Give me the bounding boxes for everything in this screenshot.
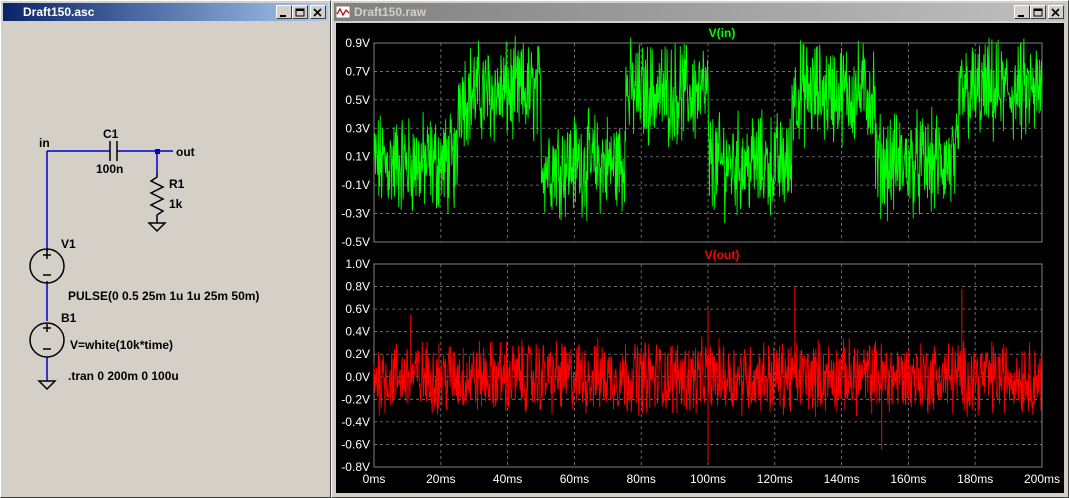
y-tick-label: 1.0V bbox=[345, 257, 370, 271]
b1-value: V=white(10k*time) bbox=[70, 338, 174, 352]
c1-name: C1 bbox=[103, 127, 119, 141]
y-tick-label: 0.3V bbox=[345, 121, 370, 135]
x-tick-label: 60ms bbox=[560, 472, 589, 486]
y-tick-label: -0.4V bbox=[341, 415, 370, 429]
maximize-button[interactable] bbox=[292, 5, 308, 19]
junction-dot bbox=[155, 149, 160, 154]
maximize-button[interactable] bbox=[1030, 5, 1046, 19]
net-label-out: out bbox=[176, 145, 195, 159]
waveform-plots[interactable]: 0.9V 0.7V 0.5V 0.3V 0.1V -0.1V -0.3V -0.5V V(in)… bbox=[336, 23, 1066, 495]
y-tick-label: 0.1V bbox=[345, 150, 370, 164]
y-tick-label: -0.1V bbox=[341, 178, 370, 192]
waveform-titlebar[interactable]: Draft150.raw bbox=[334, 3, 1066, 21]
y-tick-label: 0.7V bbox=[345, 64, 370, 78]
r1-value: 1k bbox=[169, 197, 183, 211]
behavioral-source-b1 bbox=[29, 322, 65, 358]
v1-name: V1 bbox=[61, 237, 76, 251]
b1-name: B1 bbox=[61, 311, 77, 325]
y-tick-label: -0.2V bbox=[341, 392, 370, 406]
x-tick-label: 140ms bbox=[824, 472, 860, 486]
waveform-plot-area[interactable]: 0.9V 0.7V 0.5V 0.3V 0.1V -0.1V -0.3V -0.5V V(in)… bbox=[336, 23, 1064, 493]
y-tick-label: 0.6V bbox=[345, 302, 370, 316]
maximize-icon bbox=[1033, 8, 1043, 17]
y-tick-label: 0.2V bbox=[345, 347, 370, 361]
y-tick-label: 0.5V bbox=[345, 93, 370, 107]
schematic-window[interactable]: Draft150.asc in out C1 100n R1 1k V1 PUL… bbox=[0, 0, 331, 498]
x-tick-label: 20ms bbox=[426, 472, 455, 486]
x-tick-label: 200ms bbox=[1024, 472, 1060, 486]
x-tick-label: 100ms bbox=[690, 472, 726, 486]
voltage-source-v1 bbox=[29, 248, 65, 284]
schematic-window-title: Draft150.asc bbox=[23, 5, 95, 19]
y-tick-label: -0.6V bbox=[341, 437, 370, 451]
x-tick-label: 80ms bbox=[627, 472, 656, 486]
maximize-icon bbox=[295, 8, 305, 17]
c1-value: 100n bbox=[96, 162, 124, 176]
minimize-button[interactable] bbox=[1014, 5, 1030, 19]
x-tick-label: 120ms bbox=[757, 472, 793, 486]
plot-title: V(out) bbox=[705, 248, 740, 262]
net-label-in: in bbox=[39, 136, 50, 150]
ground-icon-b1 bbox=[37, 380, 57, 391]
spice-directive[interactable]: .tran 0 200m 0 100u bbox=[68, 369, 179, 383]
plot-title: V(in) bbox=[709, 26, 736, 40]
close-button[interactable] bbox=[1048, 5, 1064, 19]
close-button[interactable] bbox=[310, 5, 326, 19]
r1-name: R1 bbox=[169, 177, 185, 191]
resistor-r1 bbox=[149, 173, 165, 223]
close-icon bbox=[1051, 8, 1060, 17]
y-tick-label: 0.4V bbox=[345, 325, 370, 339]
x-tick-label: 40ms bbox=[493, 472, 522, 486]
y-tick-label: 0.0V bbox=[345, 370, 370, 384]
x-tick-label: 0ms bbox=[363, 472, 386, 486]
x-tick-label: 180ms bbox=[957, 472, 993, 486]
y-tick-label: 0.9V bbox=[345, 36, 370, 50]
minimize-button[interactable] bbox=[276, 5, 292, 19]
waveform-icon bbox=[336, 6, 350, 18]
y-tick-label: 0.8V bbox=[345, 280, 370, 294]
capacitor-c1 bbox=[109, 141, 118, 161]
minimize-icon bbox=[280, 15, 286, 17]
minimize-icon bbox=[1018, 15, 1024, 17]
schematic-drawing bbox=[29, 141, 173, 391]
waveform-window-title: Draft150.raw bbox=[354, 5, 427, 19]
ground-icon-r1 bbox=[147, 222, 167, 233]
y-tick-label: -0.3V bbox=[341, 207, 370, 221]
x-tick-label: 160ms bbox=[890, 472, 926, 486]
y-tick-label: -0.5V bbox=[341, 235, 370, 249]
schematic-canvas[interactable]: in out C1 100n R1 1k V1 PULSE(0 0.5 25m … bbox=[5, 23, 326, 493]
close-icon bbox=[313, 8, 322, 17]
schematic-titlebar[interactable]: Draft150.asc bbox=[3, 3, 328, 21]
waveform-window[interactable]: Draft150.raw 0.9V 0.7V 0.5V 0.3V 0.1V -0.1V -0… bbox=[331, 0, 1069, 498]
v1-value: PULSE(0 0.5 25m 1u 1u 25m 50m) bbox=[68, 289, 260, 303]
